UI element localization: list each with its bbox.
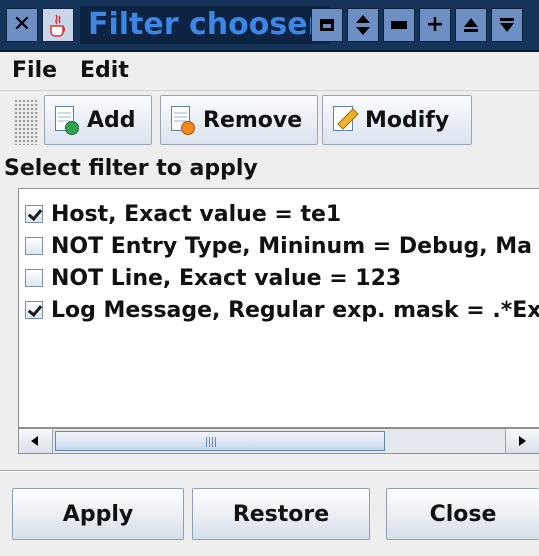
filter-chooser-window: ✕ Filter chooser + File Edit Add Remove … xyxy=(0,0,539,556)
add-button-label: Add xyxy=(87,107,136,133)
java-icon[interactable] xyxy=(42,8,74,42)
menu-bar: File Edit xyxy=(0,52,539,88)
scroll-thumb[interactable] xyxy=(55,431,385,451)
filter-checkbox[interactable] xyxy=(25,301,43,319)
remove-button-label: Remove xyxy=(203,107,303,133)
toolbar-grip[interactable] xyxy=(14,99,38,145)
modify-button[interactable]: Modify xyxy=(322,95,472,145)
add-document-icon xyxy=(53,105,79,135)
horizontal-scrollbar[interactable] xyxy=(18,428,539,454)
list-item[interactable]: Host, Exact value = te1 xyxy=(19,197,341,231)
filter-checkbox[interactable] xyxy=(25,205,43,223)
window-title: Filter chooser xyxy=(80,6,331,44)
modify-button-label: Modify xyxy=(365,107,450,133)
scroll-right-icon[interactable] xyxy=(505,429,539,453)
arrow-up-icon[interactable] xyxy=(455,8,487,42)
filter-label: Log Message, Regular exp. mask = .*Ex xyxy=(51,297,539,323)
sort-icon[interactable] xyxy=(347,8,379,42)
triangle-up-icon xyxy=(464,18,478,32)
remove-button[interactable]: Remove xyxy=(160,95,318,145)
maximize-icon[interactable] xyxy=(383,8,415,42)
add-button[interactable]: Add xyxy=(44,95,152,145)
filter-list[interactable]: Host, Exact value = te1 NOT Entry Type, … xyxy=(18,188,539,428)
minimize-icon[interactable] xyxy=(311,8,343,42)
apply-button[interactable]: Apply xyxy=(12,488,184,540)
filter-label: Host, Exact value = te1 xyxy=(51,201,342,227)
restore-button[interactable]: Restore xyxy=(192,488,370,540)
list-item[interactable]: Log Message, Regular exp. mask = .*Ex xyxy=(19,293,539,327)
list-item[interactable]: NOT Line, Exact value = 123 xyxy=(19,261,401,295)
title-bar[interactable]: ✕ Filter chooser + xyxy=(0,0,539,52)
filter-label: NOT Line, Exact value = 123 xyxy=(51,265,402,291)
toolbar: Add Remove Modify xyxy=(0,90,539,153)
filter-checkbox[interactable] xyxy=(25,237,43,255)
scroll-left-icon[interactable] xyxy=(19,429,53,453)
java-cup-icon xyxy=(50,14,66,37)
remove-document-icon xyxy=(169,105,195,135)
window-bottom-edge xyxy=(0,548,539,556)
arrow-down-icon[interactable] xyxy=(491,8,523,42)
separator xyxy=(0,470,539,472)
filter-checkbox[interactable] xyxy=(25,269,43,287)
filter-label: NOT Entry Type, Mininum = Debug, Ma xyxy=(51,233,532,259)
menu-edit[interactable]: Edit xyxy=(80,58,129,83)
close-icon[interactable]: ✕ xyxy=(6,8,38,42)
list-item[interactable]: NOT Entry Type, Mininum = Debug, Ma xyxy=(19,229,532,263)
menu-file[interactable]: File xyxy=(12,58,57,83)
triangle-down-icon xyxy=(500,18,514,32)
edit-pencil-icon xyxy=(331,105,359,135)
close-button[interactable]: Close xyxy=(386,488,539,540)
sort-arrows-icon xyxy=(356,15,370,35)
plus-icon[interactable]: + xyxy=(419,8,451,42)
select-filter-label: Select filter to apply xyxy=(4,156,258,181)
